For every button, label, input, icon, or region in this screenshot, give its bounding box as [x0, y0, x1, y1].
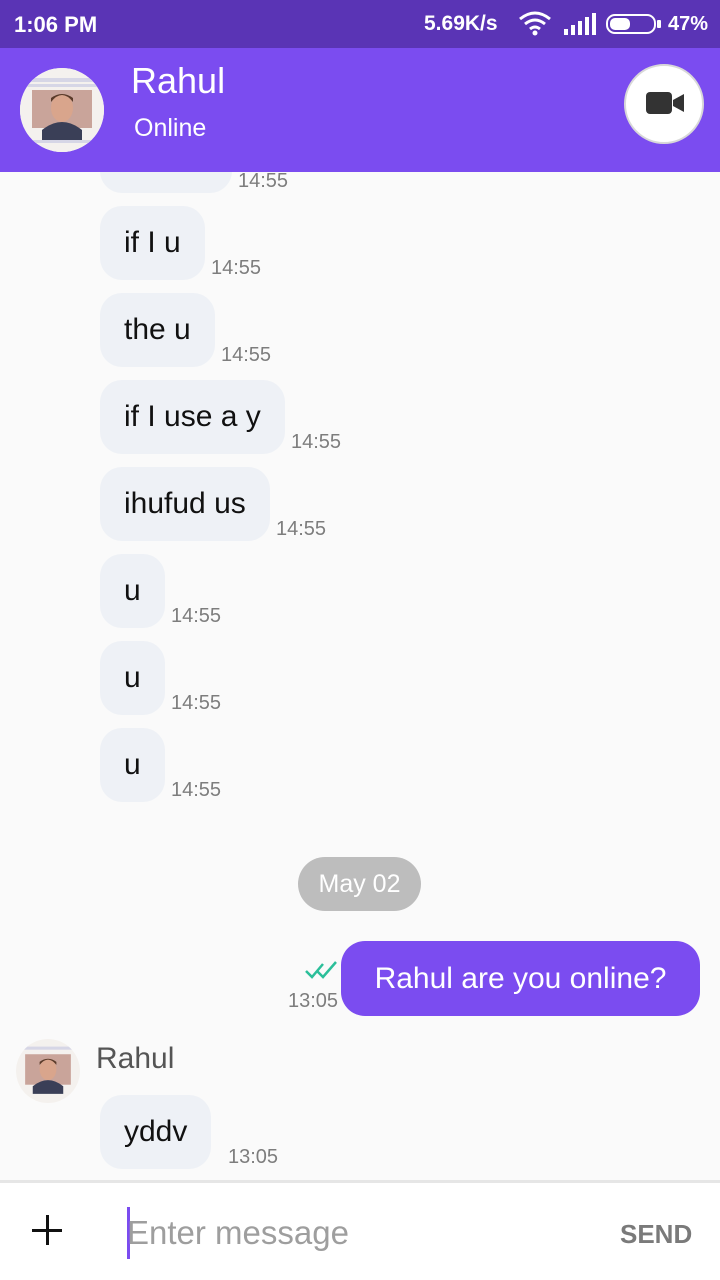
- status-bar: 1:06 PM 5.69K/s 47%: [0, 0, 720, 48]
- message-timestamp: 14:55: [171, 779, 222, 801]
- message-list[interactable]: 14:55 if I u 14:55 the u 14:55 if I use a y 14…: [0, 172, 720, 1180]
- incoming-message-bubble[interactable]: if I u: [100, 206, 205, 280]
- battery-icon: [606, 14, 661, 34]
- incoming-message-bubble[interactable]: if I use a y: [100, 380, 285, 454]
- send-button[interactable]: SEND: [620, 1219, 692, 1250]
- incoming-message-bubble[interactable]: yddv: [100, 1095, 212, 1169]
- incoming-message-bubble[interactable]: [100, 172, 232, 193]
- wifi-icon: [519, 11, 551, 36]
- message-timestamp: 14:55: [291, 431, 342, 453]
- incoming-message-bubble[interactable]: u: [100, 728, 165, 802]
- avatar-photo: [16, 1039, 80, 1103]
- message-timestamp: 14:55: [238, 172, 289, 192]
- video-call-button[interactable]: [624, 64, 704, 144]
- sender-avatar[interactable]: [16, 1039, 80, 1103]
- message-timestamp: 14:55: [211, 257, 262, 279]
- chat-header: Rahul Online: [0, 48, 720, 172]
- network-speed: 5.69K/s: [424, 12, 498, 35]
- message-input[interactable]: [127, 1207, 567, 1259]
- message-composer: SEND: [0, 1180, 720, 1280]
- avatar-photo: [20, 68, 104, 152]
- incoming-message-bubble[interactable]: u: [100, 641, 165, 715]
- message-timestamp: 14:55: [276, 518, 327, 540]
- outgoing-message-bubble[interactable]: Rahul are you online?: [341, 941, 700, 1016]
- outgoing-timestamp: 13:05: [288, 990, 339, 1012]
- incoming-message-bubble[interactable]: u: [100, 554, 165, 628]
- signal-icon: [564, 13, 596, 35]
- battery-percent: 47%: [668, 13, 709, 35]
- sender-name: Rahul: [96, 1042, 175, 1075]
- message-timestamp: 14:55: [221, 344, 272, 366]
- presence-status: Online: [134, 114, 207, 142]
- video-camera-icon: [646, 92, 684, 114]
- incoming-message-bubble[interactable]: ihufud us: [100, 467, 270, 541]
- date-separator: May 02: [298, 857, 421, 911]
- read-receipt-icon: [305, 961, 337, 979]
- contact-avatar[interactable]: [20, 68, 104, 152]
- incoming-message-bubble[interactable]: the u: [100, 293, 215, 367]
- clock: 1:06 PM: [14, 12, 98, 37]
- message-timestamp: 14:55: [171, 605, 222, 627]
- add-attachment-icon[interactable]: [32, 1215, 64, 1247]
- contact-name: Rahul: [131, 60, 226, 101]
- message-timestamp: 14:55: [171, 692, 222, 714]
- message-timestamp: 13:05: [228, 1146, 279, 1168]
